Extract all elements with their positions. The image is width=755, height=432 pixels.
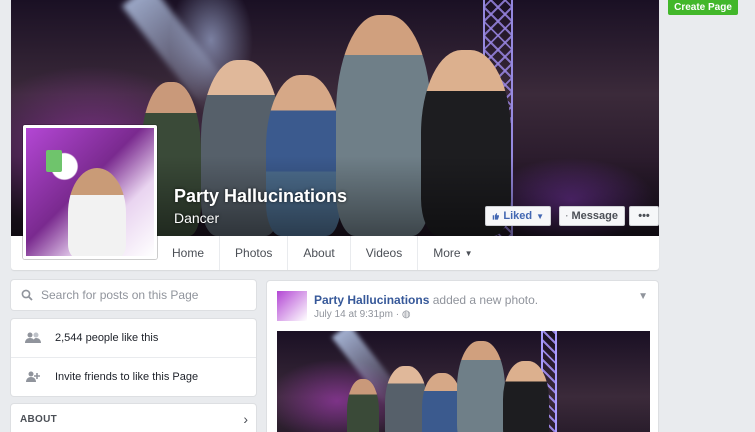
- page-title[interactable]: Party Hallucinations: [174, 186, 347, 207]
- chevron-right-icon: ›: [243, 411, 248, 427]
- more-dots-icon: •••: [638, 210, 650, 222]
- tab-more[interactable]: More ▼: [418, 236, 487, 270]
- search-placeholder: Search for posts on this Page: [41, 288, 199, 302]
- tab-more-label: More: [433, 246, 461, 260]
- post-card: Party Hallucinations added a new photo. …: [267, 281, 658, 432]
- page-tabs: Home Photos About Videos More ▼: [11, 236, 659, 270]
- tab-about[interactable]: About: [288, 236, 351, 270]
- profile-cup: [46, 150, 62, 172]
- likes-count-row[interactable]: 2,544 people like this: [11, 319, 256, 357]
- invite-friends-row[interactable]: Invite friends to like this Page: [11, 357, 256, 395]
- post-timestamp[interactable]: July 14 at 9:31pm: [314, 309, 393, 320]
- more-options-button[interactable]: •••: [629, 206, 659, 226]
- about-title: ABOUT: [20, 413, 58, 425]
- invite-friends-text: Invite friends to like this Page: [55, 370, 199, 383]
- tab-home[interactable]: Home: [157, 236, 221, 270]
- post-meta: July 14 at 9:31pm · ◍: [314, 309, 411, 320]
- post-header: Party Hallucinations added a new photo.: [314, 293, 538, 307]
- photo-person: [385, 366, 427, 432]
- create-page-button[interactable]: Create Page: [668, 0, 738, 15]
- page-category[interactable]: Dancer: [174, 210, 219, 226]
- page-header: Party Hallucinations Dancer Liked ▼ Mess…: [11, 0, 659, 270]
- message-button[interactable]: Message: [559, 206, 625, 226]
- post-action-text: added a new photo.: [432, 293, 539, 307]
- likes-count-text: 2,544 people like this: [55, 332, 159, 344]
- message-icon: [566, 215, 568, 217]
- post-options-chevron-icon[interactable]: ▼: [638, 291, 648, 302]
- photo-person: [457, 341, 505, 432]
- people-icon: [25, 332, 41, 343]
- message-label: Message: [571, 210, 618, 222]
- post-photo[interactable]: [277, 331, 650, 432]
- photo-person: [422, 373, 462, 432]
- caret-down-icon: ▼: [464, 248, 473, 258]
- tab-videos[interactable]: Videos: [351, 236, 419, 270]
- likes-card: 2,544 people like this Invite friends to…: [11, 319, 256, 396]
- about-card[interactable]: ABOUT ›: [11, 404, 256, 432]
- post-author-name[interactable]: Party Hallucinations: [314, 293, 429, 307]
- photo-person: [503, 361, 549, 432]
- photo-person: [347, 379, 379, 432]
- meta-separator: ·: [395, 309, 400, 320]
- page-search[interactable]: Search for posts on this Page: [11, 280, 256, 310]
- liked-label: Liked: [503, 210, 533, 222]
- thumbs-up-icon: [492, 213, 499, 220]
- add-person-icon: [26, 371, 40, 382]
- tab-photos[interactable]: Photos: [220, 236, 289, 270]
- chevron-down-icon: ▼: [536, 211, 544, 221]
- liked-button[interactable]: Liked ▼: [485, 206, 551, 226]
- search-icon: [21, 289, 33, 301]
- globe-icon: ◍: [401, 309, 411, 320]
- post-author-avatar[interactable]: [277, 291, 307, 321]
